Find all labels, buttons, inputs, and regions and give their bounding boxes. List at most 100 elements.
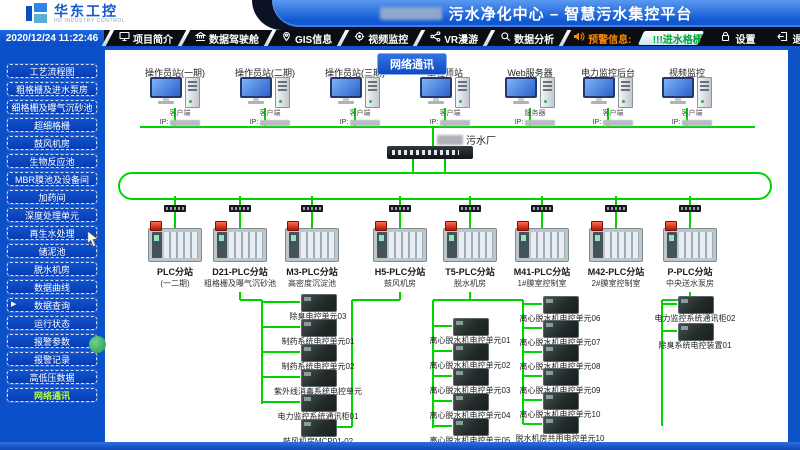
sidebar-item-6[interactable]: MBR膜池及设备间 xyxy=(7,172,97,186)
sidebar-item-label: 报警参数 xyxy=(34,335,70,348)
menu-item-5[interactable]: 数据分析 xyxy=(493,30,561,46)
link-line xyxy=(433,425,452,427)
sidebar-item-9[interactable]: 再生水处理 xyxy=(7,226,97,240)
monitor-base xyxy=(338,101,354,104)
green-indicator-dot xyxy=(89,336,106,353)
link-line xyxy=(412,159,414,172)
censored-ip xyxy=(682,120,712,126)
exit-button[interactable]: 退出 xyxy=(768,30,800,46)
link-line xyxy=(523,399,542,401)
menu-item-1[interactable]: 数据驾驶舱 xyxy=(188,30,266,46)
monitor-icon xyxy=(150,77,182,104)
device-cabinet-icon xyxy=(543,392,579,410)
workstation-ip: IP: xyxy=(642,118,732,127)
target-icon xyxy=(354,31,365,45)
sidebar-item-3[interactable]: 超细格栅 xyxy=(7,118,97,132)
workstation-node: Web服务器服务器IP: xyxy=(485,66,575,127)
workstation-role: 客户端 xyxy=(642,110,732,118)
monitor-base xyxy=(248,101,264,104)
sidebar-item-2[interactable]: 细格栅及曝气沉砂池 xyxy=(7,100,97,114)
link-line xyxy=(399,212,401,228)
sidebar-item-10[interactable]: 储泥池 xyxy=(7,244,97,258)
settings-button[interactable]: 设置 xyxy=(711,30,764,46)
censored-ip xyxy=(260,120,290,126)
link-line xyxy=(615,212,617,228)
sidebar-item-1[interactable]: 粗格栅及进水泵房 xyxy=(7,82,97,96)
censored-ip xyxy=(603,120,633,126)
menu-item-0[interactable]: 项目简介 xyxy=(112,30,180,46)
link-line xyxy=(262,301,300,303)
menu-item-3[interactable]: 视频监控 xyxy=(347,30,415,46)
ip-label: IP: xyxy=(160,119,169,126)
cpu-module-icon xyxy=(667,232,677,258)
device-cabinet-icon xyxy=(301,419,337,437)
workstation-ip: IP: xyxy=(563,118,653,127)
sidebar-item-12[interactable]: 数据曲线 xyxy=(7,280,97,294)
sidebar-item-14[interactable]: 运行状态 xyxy=(7,316,97,330)
sidebar-item-0[interactable]: 工艺流程图 xyxy=(7,64,97,78)
monitor-base xyxy=(158,101,174,104)
menu-item-2[interactable]: GIS信息 xyxy=(274,30,339,46)
alert-ticker-text: !!!进水格栅池液位低 xyxy=(641,31,704,45)
sidebar-item-7[interactable]: 加药间 xyxy=(7,190,97,204)
sidebar-item-label: 细格栅及曝气沉砂池 xyxy=(11,101,92,114)
tower-icon xyxy=(275,77,290,108)
sidebar-item-13[interactable]: ▶数据查询 xyxy=(7,298,97,312)
computer-icon xyxy=(220,77,310,110)
menu-items: 项目简介数据驾驶舱 GIS信息 视频监控 VR漫游数据分析 xyxy=(104,30,569,46)
link-line xyxy=(335,426,352,428)
sidebar-item-label: 工艺流程图 xyxy=(29,65,74,78)
device-cabinet-icon xyxy=(678,296,714,314)
cpu-module-icon xyxy=(152,232,162,258)
io-modules-icon xyxy=(679,232,713,258)
computer-icon xyxy=(130,77,220,110)
sidebar-item-5[interactable]: 生物反应池 xyxy=(7,154,97,168)
workstation-node: 操作员站(三期)客户端IP: xyxy=(310,66,400,127)
monitor-screen xyxy=(662,77,694,98)
sidebar-item-label: 网络通讯 xyxy=(34,389,70,402)
sidebar-item-16[interactable]: 报警记录 xyxy=(7,352,97,366)
access-switch-icon xyxy=(164,205,186,212)
tower-icon xyxy=(540,77,555,108)
device-cabinet-icon xyxy=(301,369,337,387)
menu-item-label: 项目简介 xyxy=(133,31,173,46)
link-line xyxy=(662,330,677,332)
link-line xyxy=(262,326,300,328)
device-cabinet-icon xyxy=(678,323,714,341)
monitor-icon xyxy=(119,31,130,45)
monitor-icon xyxy=(505,77,537,104)
title-banner: 污水净化中心 – 智慧污水集控平台 xyxy=(272,0,800,27)
sidebar-item-17[interactable]: 高低压数据 xyxy=(7,370,97,384)
sidebar-item-11[interactable]: 脱水机房 xyxy=(7,262,97,276)
computer-icon xyxy=(400,77,490,110)
core-switch-icon xyxy=(387,146,473,159)
sidebar-item-label: 鼓风机房 xyxy=(34,137,70,150)
sidebar-item-8[interactable]: 深度处理单元 xyxy=(7,208,97,222)
censored-ip xyxy=(525,120,555,126)
cpu-module-icon xyxy=(217,232,227,258)
sidebar-item-15[interactable]: 报警参数 xyxy=(7,334,97,348)
monitor-base xyxy=(670,101,686,104)
link-line xyxy=(433,299,523,301)
workstation-role: 客户端 xyxy=(130,110,220,118)
monitor-base xyxy=(513,101,529,104)
computer-icon xyxy=(563,77,653,110)
io-modules-icon xyxy=(531,232,565,258)
censored-switch-name xyxy=(437,135,463,145)
monitor-screen xyxy=(330,77,362,98)
workstation-name: Web服务器 xyxy=(485,66,575,77)
tower-icon xyxy=(697,77,712,108)
building-icon xyxy=(195,31,206,45)
monitor-icon xyxy=(583,77,615,104)
alarm-light-icon xyxy=(591,221,603,231)
logo-title: 华东工控 xyxy=(54,4,125,18)
workstation-node: 操作员站(二期)客户端IP: xyxy=(220,66,310,127)
menu-item-label: 视频监控 xyxy=(368,31,408,46)
monitor-screen xyxy=(240,77,272,98)
access-switch-icon xyxy=(679,205,701,212)
device-cabinet-icon xyxy=(543,416,579,434)
menu-item-4[interactable]: VR漫游 xyxy=(423,30,485,46)
lock-icon xyxy=(720,31,731,45)
sidebar-item-4[interactable]: 鼓风机房 xyxy=(7,136,97,150)
sidebar-item-18[interactable]: 网络通讯 xyxy=(7,388,97,402)
